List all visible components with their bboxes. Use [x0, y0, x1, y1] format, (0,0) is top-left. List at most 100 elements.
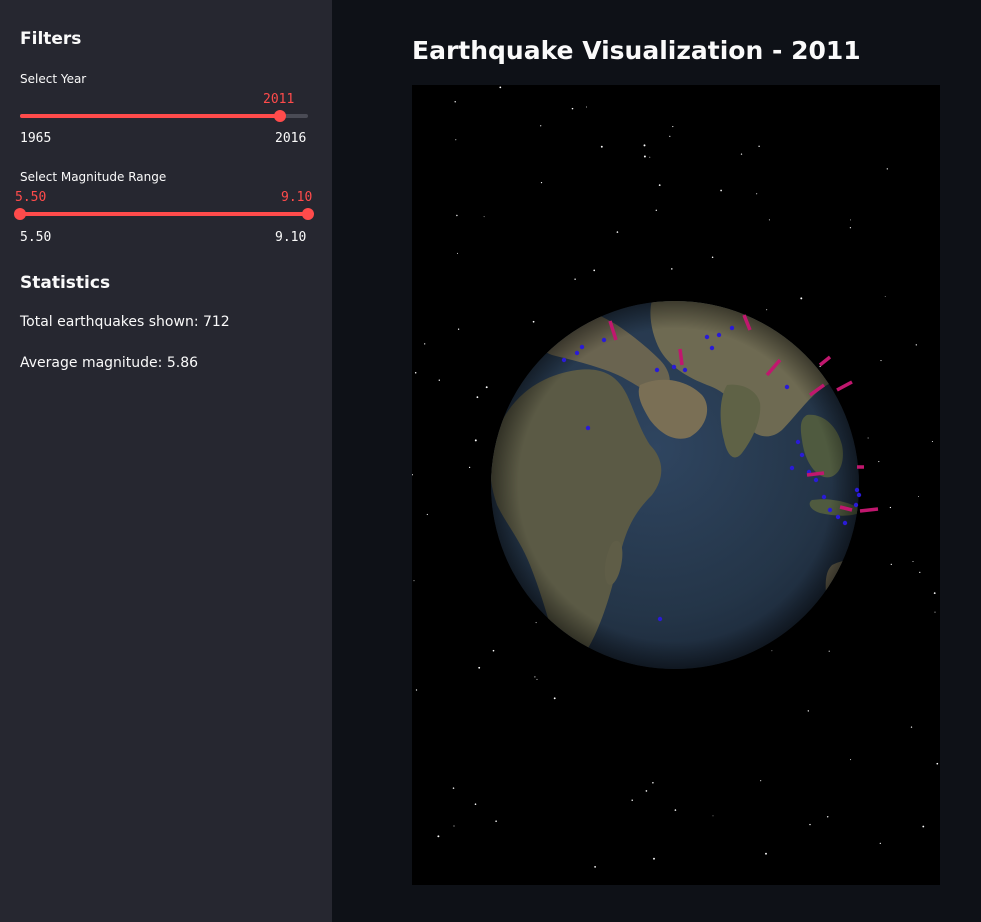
star	[476, 396, 479, 399]
star	[766, 309, 768, 311]
star	[800, 297, 803, 300]
star	[616, 231, 619, 233]
star	[453, 825, 455, 827]
star	[884, 296, 886, 298]
star	[534, 676, 536, 678]
star	[720, 189, 722, 192]
star	[826, 816, 829, 818]
star	[492, 649, 495, 652]
year-slider-thumb[interactable]	[274, 110, 286, 122]
star	[674, 809, 677, 811]
star	[438, 379, 440, 381]
star	[594, 866, 596, 868]
star	[593, 269, 596, 272]
globe-canvas[interactable]	[412, 85, 940, 885]
earthquake-dot	[827, 507, 833, 513]
star	[936, 762, 939, 765]
earthquake-dot	[716, 332, 722, 338]
star	[819, 365, 821, 368]
globe-visualization[interactable]	[412, 85, 940, 885]
star	[931, 440, 933, 443]
star	[765, 852, 767, 855]
star	[586, 106, 588, 108]
star	[499, 86, 502, 89]
star	[413, 580, 415, 582]
star	[553, 697, 556, 700]
star	[414, 372, 417, 374]
star	[760, 780, 762, 782]
earthquake-dot	[654, 367, 660, 373]
star	[468, 466, 471, 469]
star	[758, 145, 760, 147]
star	[934, 611, 936, 613]
earthquake-dot	[789, 465, 795, 471]
earthquake-dot	[657, 616, 663, 622]
star	[809, 823, 811, 826]
star	[454, 101, 456, 103]
star	[536, 678, 538, 680]
star	[456, 214, 458, 217]
earthquake-dot	[821, 494, 827, 500]
star	[886, 168, 888, 170]
star	[424, 343, 426, 345]
star	[912, 561, 914, 562]
star	[918, 496, 920, 498]
earthquake-dot	[813, 477, 819, 483]
earthquake-dot	[585, 425, 591, 431]
star	[474, 803, 477, 805]
sidebar: Filters Select Year 2011 1965 2016 Selec…	[0, 0, 332, 922]
year-slider-value: 2011	[263, 92, 295, 107]
earthquake-dot	[671, 364, 677, 370]
star	[711, 256, 714, 259]
magnitude-slider-max: 9.10	[275, 230, 307, 245]
star	[412, 474, 413, 476]
star	[457, 252, 458, 254]
star	[919, 571, 921, 573]
earthquake-dot	[704, 334, 710, 340]
star	[933, 592, 936, 594]
average-magnitude-stat: Average magnitude: 5.86	[20, 355, 199, 371]
page-title: Earthquake Visualization - 2011	[412, 36, 861, 65]
star	[452, 787, 455, 789]
star	[922, 825, 925, 828]
filters-heading: Filters	[20, 29, 82, 49]
star	[437, 835, 440, 838]
star	[807, 710, 809, 712]
earth-globe	[491, 301, 859, 669]
earthquake-dot	[842, 520, 848, 526]
earthquake-bar	[836, 380, 853, 392]
magnitude-slider-track[interactable]	[20, 212, 308, 216]
star	[850, 219, 851, 221]
year-slider-label: Select Year	[20, 72, 87, 86]
year-slider-fill	[20, 114, 280, 118]
year-slider-max: 2016	[275, 131, 307, 146]
star	[540, 125, 542, 127]
magnitude-low-thumb[interactable]	[14, 208, 26, 220]
star	[415, 689, 418, 691]
magnitude-high-thumb[interactable]	[302, 208, 314, 220]
star	[655, 209, 657, 211]
star	[455, 139, 457, 141]
star	[879, 842, 881, 845]
star	[645, 790, 648, 792]
star	[915, 344, 917, 346]
star	[658, 184, 661, 186]
star	[426, 513, 428, 516]
star	[478, 666, 481, 669]
star	[768, 219, 770, 221]
earthquake-dot	[854, 487, 860, 493]
star	[880, 360, 882, 362]
earthquake-bar	[818, 355, 832, 367]
star	[867, 437, 869, 439]
star	[474, 439, 477, 442]
earthquake-dot	[835, 514, 841, 520]
star	[672, 126, 674, 128]
star	[653, 857, 655, 860]
earthquake-dot	[601, 337, 607, 343]
star	[756, 193, 758, 195]
star	[535, 622, 537, 624]
statistics-heading: Statistics	[20, 273, 111, 293]
earthquake-dot	[561, 357, 567, 363]
earthquake-bar	[678, 348, 684, 366]
earthquake-dot	[784, 384, 790, 390]
